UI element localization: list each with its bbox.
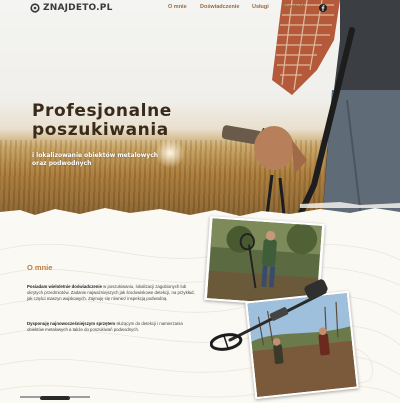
hero-title-line2: poszukiwania [32,120,169,140]
hero-title: Profesjonalne poszukiwania [32,102,172,140]
facebook-icon[interactable] [319,4,327,12]
nav-link-kontakt[interactable]: Kontakt [284,4,304,10]
about-paragraph-2-bold: Dysponuję najnowocześniejszym sprzętem [27,321,116,326]
nav-link-o-mnie[interactable]: O mnie [168,4,187,10]
hero-man-with-detector [222,0,400,222]
magnifier-logo-icon [30,3,40,13]
about-paragraph-1: Posiadam wieloletnie doświadczenie w pos… [27,284,197,302]
about-paragraph-1-bold: Posiadam wieloletnie doświadczenie [27,284,102,289]
hero-subtitle: i lokalizowanie obiektów metalowych oraz… [32,152,159,167]
nav-link-doswiadczenie[interactable]: Doświadczenie [200,4,239,10]
hero-title-line1: Profesjonalne [32,101,172,121]
logo-text: ZNAJDETO.PL [43,3,113,13]
top-navigation: ZNAJDETO.PL O mnie Doświadczenie Usługi … [0,0,400,18]
metal-detector-icon [210,279,328,351]
nav-link-uslugi[interactable]: Usługi [252,4,269,10]
drone-icon [20,396,90,400]
about-paragraph-2: Dysponuję najnowocześniejszym sprzętem s… [27,321,197,333]
hero-section: ZNAJDETO.PL O mnie Doświadczenie Usługi … [0,0,400,222]
about-heading: O mnie [27,263,53,272]
site-logo[interactable]: ZNAJDETO.PL [30,3,113,13]
